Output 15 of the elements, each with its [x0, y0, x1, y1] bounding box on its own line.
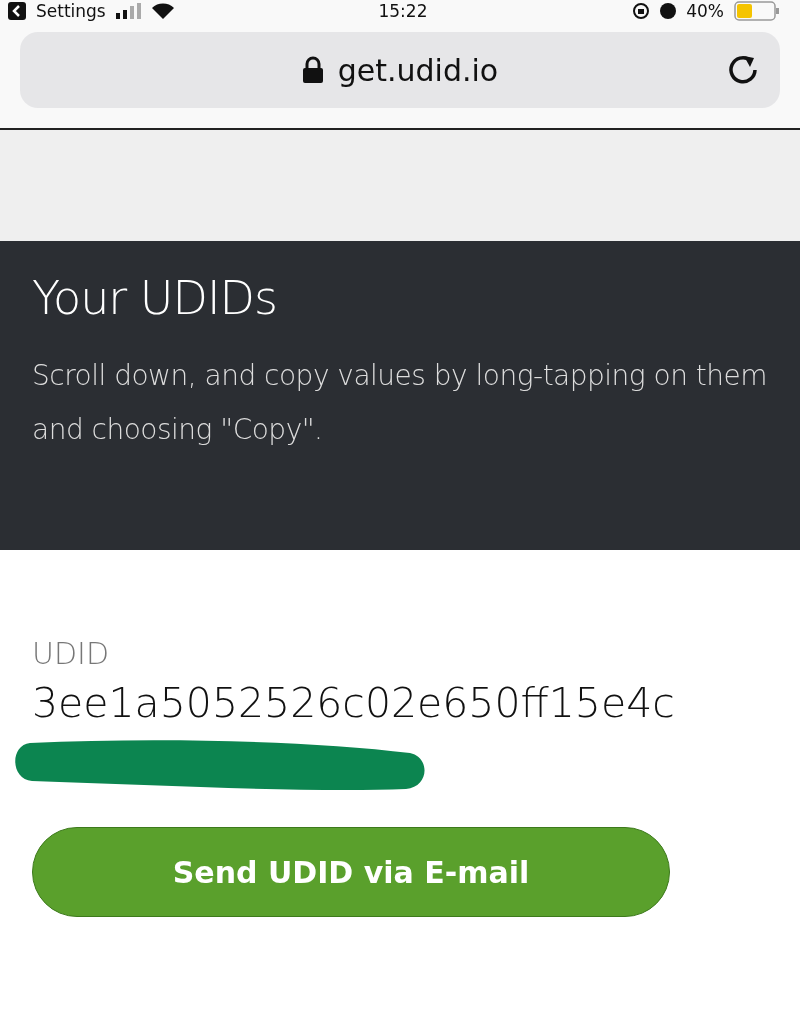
- udid-label: UDID: [32, 636, 110, 671]
- back-label[interactable]: Settings: [36, 1, 106, 21]
- battery-icon: [734, 1, 780, 21]
- udid-value: 3ee1a5052526c02e650ff15e4c: [32, 679, 676, 727]
- lock-icon: [301, 56, 324, 84]
- page-title: Your UDIDs: [32, 271, 278, 325]
- address-bar[interactable]: get.udid.io: [20, 32, 780, 108]
- back-icon[interactable]: [8, 2, 26, 20]
- url-text: get.udid.io: [337, 52, 499, 88]
- wifi-icon: [151, 3, 174, 19]
- clock: 15:22: [378, 1, 428, 21]
- rotation-lock-icon: [632, 2, 651, 20]
- instructions: Scroll down, and copy values by long-tapping on them and choosing "Copy".: [32, 358, 768, 448]
- battery-percent: 40%: [686, 1, 724, 21]
- signal-icon: [115, 3, 142, 19]
